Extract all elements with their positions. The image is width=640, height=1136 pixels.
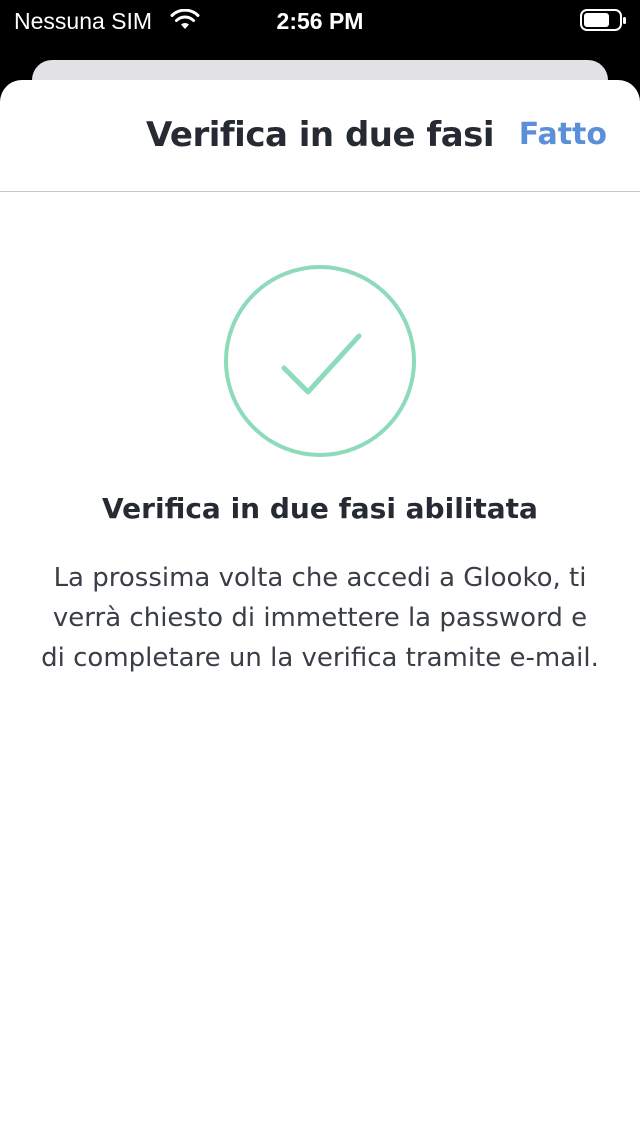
navigation-bar: Verifica in due fasi Fatto: [0, 80, 640, 192]
check-circle-icon: [224, 265, 416, 457]
success-description: La prossima volta che accedi a Glooko, t…: [41, 563, 599, 673]
battery-icon: [580, 9, 626, 31]
clock: 2:56 PM: [276, 8, 364, 34]
modal-sheet: Verifica in due fasi Fatto Verifica in d…: [0, 80, 640, 1136]
success-heading: Verifica in due fasi abilitata: [102, 492, 538, 525]
status-bar: Nessuna SIM 2:56 PM: [0, 0, 640, 40]
done-button[interactable]: Fatto: [519, 116, 607, 154]
